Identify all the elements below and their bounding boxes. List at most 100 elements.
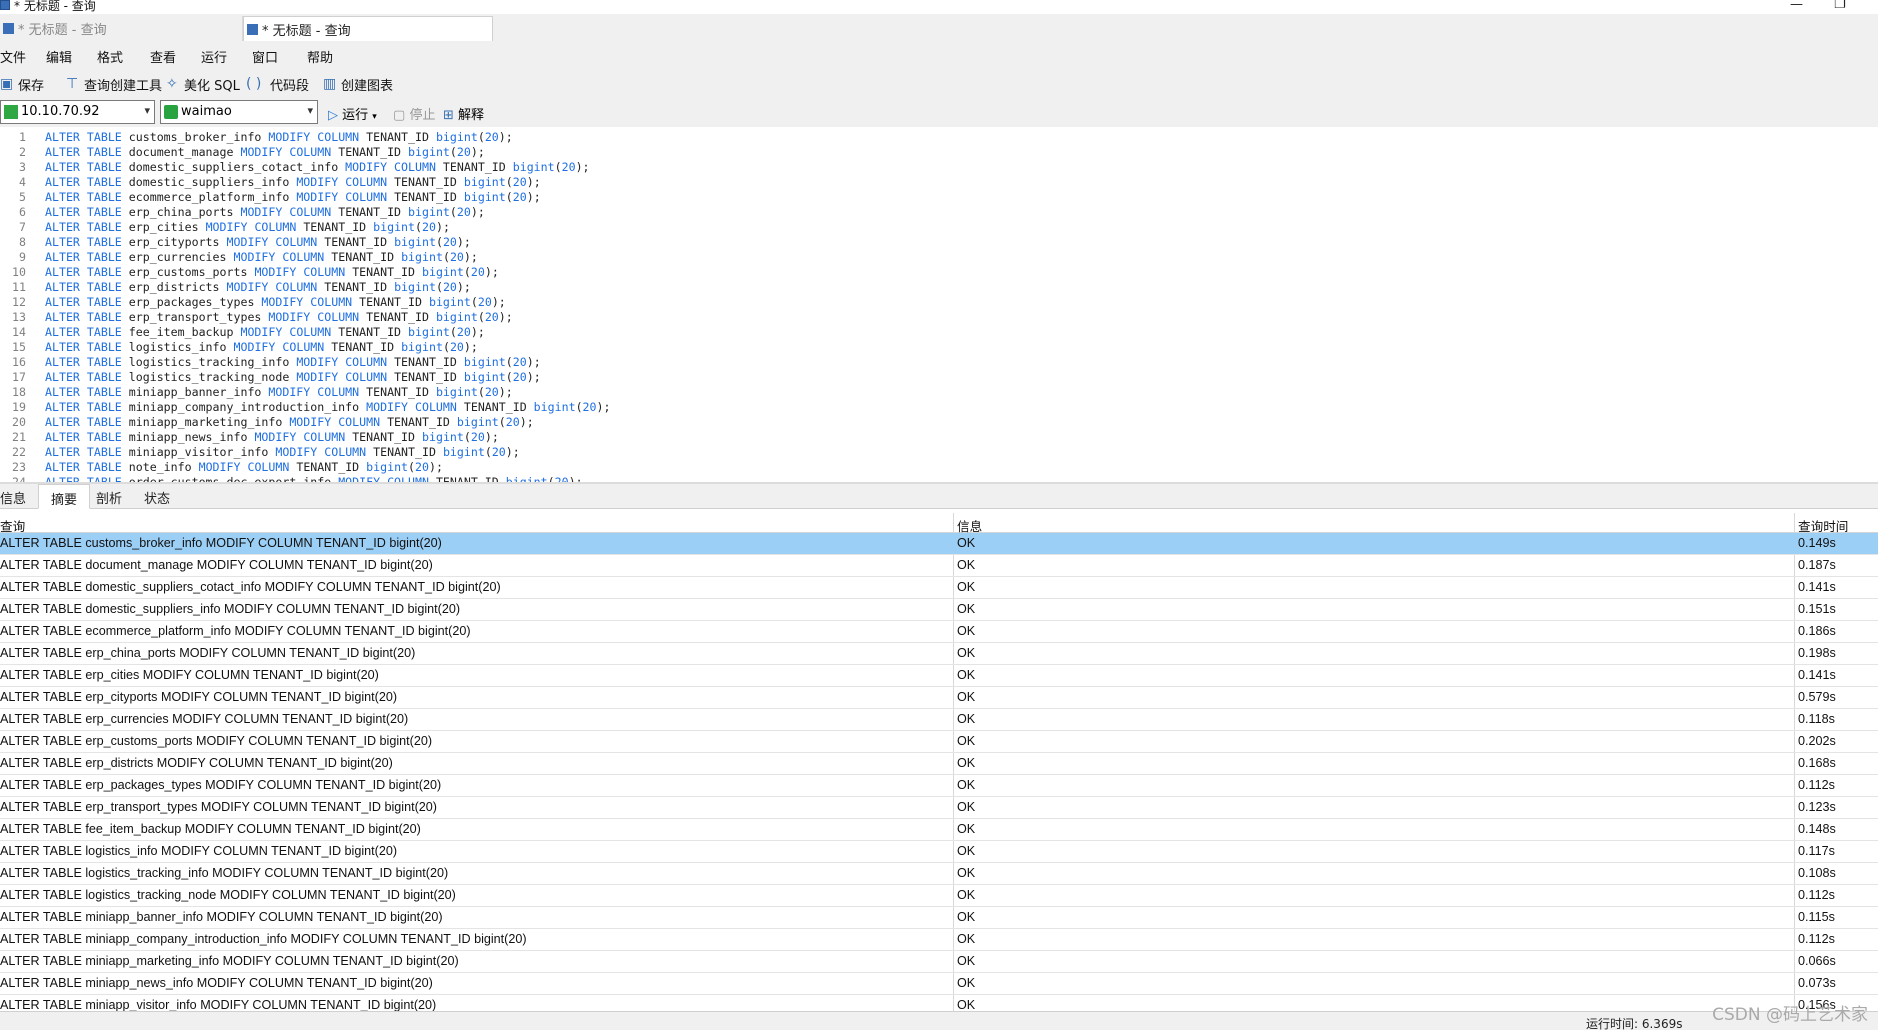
sql-token: ALTER <box>45 385 80 399</box>
table-row[interactable]: ALTER TABLE erp_customs_ports MODIFY COL… <box>0 731 1878 753</box>
sql-token: ALTER <box>45 280 80 294</box>
sql-statement: ALTER TABLE logistics_tracking_info MODI… <box>45 355 541 369</box>
table-name: miniapp_banner_info <box>128 385 262 399</box>
query-cell: ALTER TABLE erp_china_ports MODIFY COLUM… <box>0 646 416 660</box>
table-row[interactable]: ALTER TABLE miniapp_company_introduction… <box>0 929 1878 951</box>
menu-help[interactable]: 帮助 <box>307 47 333 66</box>
table-row[interactable]: ALTER TABLE miniapp_marketing_info MODIF… <box>0 951 1878 973</box>
tab-query-2[interactable]: * 无标题 - 查询 <box>243 16 493 41</box>
sql-token: COLUMN <box>345 355 388 369</box>
menu-window[interactable]: 窗口 <box>252 47 278 66</box>
table-name: note_info <box>128 460 192 474</box>
database-select[interactable]: waimao ▾ <box>160 100 318 124</box>
sql-token: TABLE <box>86 325 122 339</box>
tab-status[interactable]: 状态 <box>144 484 184 509</box>
table-row[interactable]: ALTER TABLE erp_cityports MODIFY COLUMN … <box>0 687 1878 709</box>
tab-query-1[interactable]: * 无标题 - 查询 <box>0 16 243 41</box>
table-row[interactable]: ALTER TABLE miniapp_visitor_info MODIFY … <box>0 995 1878 1011</box>
run-button[interactable]: ▷ 运行 ▾ <box>328 104 377 123</box>
create-chart-button[interactable]: ▥ 创建图表 <box>323 75 393 94</box>
explain-button[interactable]: ⊞ 解释 <box>443 104 484 123</box>
time-cell: 0.118s <box>1798 712 1835 726</box>
menu-format[interactable]: 格式 <box>97 47 123 66</box>
tab-message[interactable]: 信息 <box>0 484 40 509</box>
table-row[interactable]: ALTER TABLE erp_transport_types MODIFY C… <box>0 797 1878 819</box>
table-name: domestic_suppliers_cotact_info <box>128 160 339 174</box>
sql-token: ALTER <box>45 400 80 414</box>
table-row[interactable]: ALTER TABLE fee_item_backup MODIFY COLUM… <box>0 819 1878 841</box>
table-row[interactable]: ALTER TABLE miniapp_news_info MODIFY COL… <box>0 973 1878 995</box>
sql-token: ALTER <box>45 370 80 384</box>
sql-token: TABLE <box>86 460 122 474</box>
sql-token: MODIFY <box>296 370 339 384</box>
restore-button[interactable]: ❐ <box>1834 0 1846 12</box>
menu-file[interactable]: 文件 <box>0 47 26 66</box>
info-cell: OK <box>957 976 976 990</box>
table-row[interactable]: ALTER TABLE erp_packages_types MODIFY CO… <box>0 775 1878 797</box>
table-row[interactable]: ALTER TABLE erp_districts MODIFY COLUMN … <box>0 753 1878 775</box>
query-cell: ALTER TABLE erp_packages_types MODIFY CO… <box>0 778 442 792</box>
table-row[interactable]: ALTER TABLE logistics_tracking_node MODI… <box>0 885 1878 907</box>
sql-token: COLUMN <box>275 235 318 249</box>
line-number: 19 <box>12 400 26 414</box>
tab-label: * 无标题 - 查询 <box>18 23 107 38</box>
time-cell: 0.202s <box>1798 734 1836 748</box>
table-row[interactable]: ALTER TABLE erp_currencies MODIFY COLUMN… <box>0 709 1878 731</box>
sql-token: bigint <box>394 280 436 294</box>
save-button[interactable]: ▣ 保存 <box>0 75 44 94</box>
table-name: erp_cities <box>128 220 199 234</box>
sql-token: 20 <box>484 310 499 324</box>
table-row[interactable]: ALTER TABLE document_manage MODIFY COLUM… <box>0 555 1878 577</box>
sql-token: ALTER <box>45 205 80 219</box>
menu-edit[interactable]: 编辑 <box>46 47 72 66</box>
sql-token: COLUMN <box>345 175 388 189</box>
sql-token: MODIFY <box>275 445 318 459</box>
minimize-button[interactable]: — <box>1790 0 1803 12</box>
sql-token: bigint <box>422 430 464 444</box>
line-number: 7 <box>19 220 26 234</box>
tab-summary[interactable]: 摘要 <box>38 484 90 509</box>
menu-view[interactable]: 查看 <box>150 47 176 66</box>
sql-editor[interactable]: 1 ALTER TABLE customs_broker_info MODIFY … <box>0 127 1878 482</box>
column-name: TENANT_ID <box>338 205 402 219</box>
info-cell: OK <box>957 910 976 924</box>
column-name: TENANT_ID <box>394 190 457 204</box>
sql-token: MODIFY <box>296 355 339 369</box>
info-cell: OK <box>957 844 976 858</box>
sql-token: bigint <box>435 385 478 399</box>
column-name: TENANT_ID <box>338 145 402 159</box>
run-label: 运行 <box>342 108 369 123</box>
time-cell: 0.148s <box>1798 822 1836 836</box>
table-row[interactable]: ALTER TABLE ecommerce_platform_info MODI… <box>0 621 1878 643</box>
sql-token: 20 <box>422 220 436 234</box>
table-name: miniapp_company_introduction_info <box>128 400 360 414</box>
stop-button[interactable]: ▢ 停止 <box>393 104 435 123</box>
sql-token: COLUMN <box>289 145 332 159</box>
sql-statement: ALTER TABLE erp_districts MODIFY COLUMN … <box>45 280 471 294</box>
table-row[interactable]: ALTER TABLE domestic_suppliers_cotact_in… <box>0 577 1878 599</box>
menu-run[interactable]: 运行 <box>201 47 227 66</box>
column-name: TENANT_ID <box>331 250 395 264</box>
time-cell: 0.115s <box>1798 910 1835 924</box>
beautify-sql-button[interactable]: ✧ 美化 SQL <box>166 75 240 94</box>
sql-statement: ALTER TABLE erp_currencies MODIFY COLUMN… <box>45 250 478 264</box>
table-row[interactable]: ALTER TABLE logistics_tracking_info MODI… <box>0 863 1878 885</box>
column-name: TENANT_ID <box>352 430 416 444</box>
tab-profile[interactable]: 剖析 <box>96 484 136 509</box>
table-row[interactable]: ALTER TABLE miniapp_banner_info MODIFY C… <box>0 907 1878 929</box>
query-builder-button[interactable]: ⊤ 查询创建工具 <box>66 75 162 94</box>
table-name: erp_customs_ports <box>128 265 248 279</box>
snippet-button[interactable]: ( ) 代码段 <box>246 75 309 94</box>
table-row[interactable]: ALTER TABLE domestic_suppliers_info MODI… <box>0 599 1878 621</box>
table-row[interactable]: ALTER TABLE customs_broker_info MODIFY C… <box>0 533 1878 555</box>
sql-token: TABLE <box>86 415 122 429</box>
table-row[interactable]: ALTER TABLE erp_china_ports MODIFY COLUM… <box>0 643 1878 665</box>
sql-token: COLUMN <box>345 190 388 204</box>
table-row[interactable]: ALTER TABLE logistics_info MODIFY COLUMN… <box>0 841 1878 863</box>
sql-token: 20 <box>442 235 457 249</box>
line-number: 14 <box>12 325 26 339</box>
table-name: erp_cityports <box>128 235 220 249</box>
title-bar: * 无标题 - 查询 — ❐ <box>0 0 1878 14</box>
table-row[interactable]: ALTER TABLE erp_cities MODIFY COLUMN TEN… <box>0 665 1878 687</box>
connection-select[interactable]: 10.10.70.92 ▾ <box>0 100 155 124</box>
